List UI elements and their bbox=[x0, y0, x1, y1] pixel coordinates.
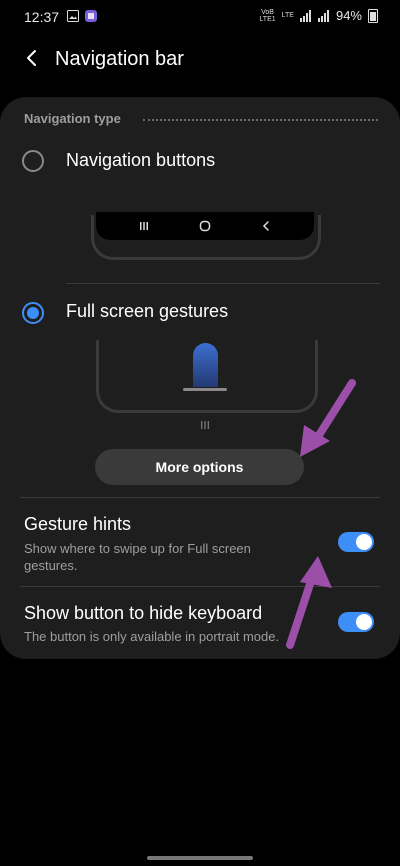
status-time: 12:37 bbox=[24, 9, 60, 25]
back-icon bbox=[262, 221, 269, 231]
status-bar: 12:37 VoB LTE1 LTE 94% bbox=[0, 0, 400, 34]
battery-icon bbox=[368, 8, 378, 23]
home-indicator bbox=[147, 856, 253, 860]
hide-keyboard-title[interactable]: Show button to hide keyboard bbox=[24, 603, 262, 624]
swipe-up-hint-icon bbox=[193, 343, 218, 387]
option-full-screen-gestures-label[interactable]: Full screen gestures bbox=[66, 301, 228, 322]
calendar-app-icon bbox=[85, 10, 97, 22]
more-options-button[interactable]: More options bbox=[95, 449, 304, 485]
hide-keyboard-subtitle: The button is only available in portrait… bbox=[24, 629, 280, 644]
home-icon bbox=[199, 220, 211, 232]
recents-icon-small bbox=[201, 421, 209, 429]
gesture-hints-subtitle: Show where to swipe up for Full screen g… bbox=[24, 541, 251, 573]
status-right: VoB LTE1 LTE 94% bbox=[259, 8, 378, 23]
page-title: Navigation bar bbox=[55, 48, 184, 70]
notification-icons bbox=[67, 10, 97, 22]
volte-indicator: VoB LTE1 bbox=[259, 8, 276, 23]
annotation-arrow-icon bbox=[300, 379, 356, 457]
back-arrow-icon[interactable] bbox=[22, 48, 42, 68]
gesture-hints-toggle[interactable] bbox=[338, 532, 374, 552]
recents-icon bbox=[140, 222, 148, 230]
option-navigation-buttons-label[interactable]: Navigation buttons bbox=[66, 150, 215, 171]
lte-indicator: LTE bbox=[281, 12, 294, 19]
annotation-arrow-icon-2 bbox=[286, 556, 332, 649]
section-label: Navigation type bbox=[24, 111, 121, 126]
section-divider-2 bbox=[20, 497, 380, 498]
radio-full-screen-gestures[interactable] bbox=[22, 302, 44, 324]
signal-icon-2 bbox=[317, 9, 329, 22]
battery-percent: 94% bbox=[335, 8, 362, 23]
section-divider bbox=[143, 119, 378, 121]
option-divider bbox=[66, 283, 380, 284]
gesture-hint-bar bbox=[183, 388, 227, 391]
app-header: Navigation bar bbox=[0, 40, 400, 80]
gesture-hints-title[interactable]: Gesture hints bbox=[24, 514, 131, 535]
gallery-icon bbox=[67, 10, 79, 22]
radio-navigation-buttons[interactable] bbox=[22, 150, 44, 172]
signal-icon bbox=[299, 9, 311, 22]
navigation-bar-preview bbox=[96, 212, 314, 240]
